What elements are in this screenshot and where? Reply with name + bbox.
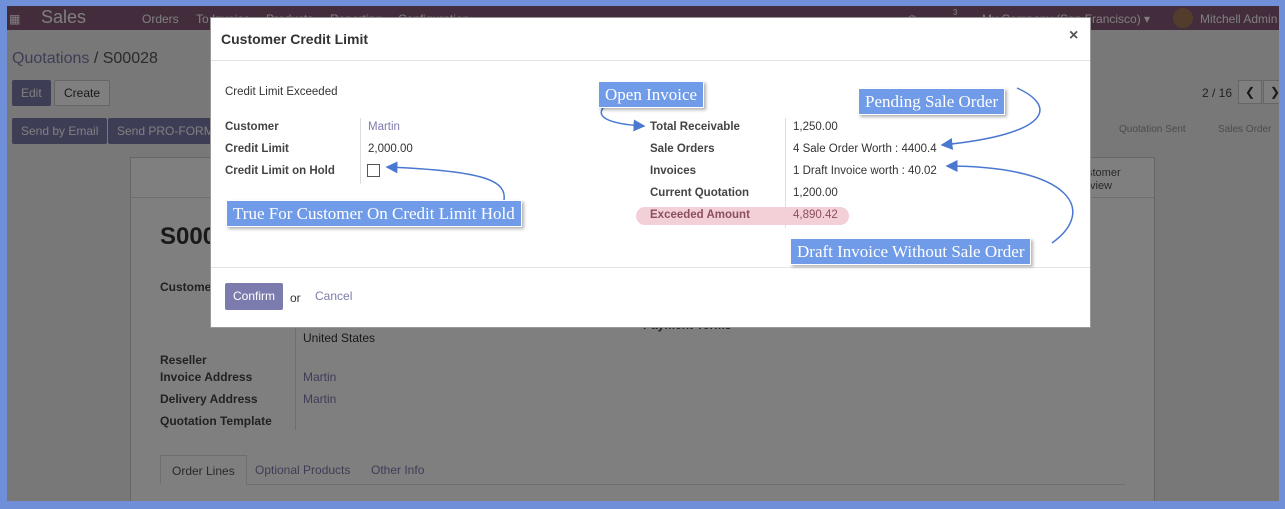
credit-hold-arrow [385,161,505,202]
annotation-pending-sale-order: Pending Sale Order [858,88,1006,115]
annotation-open-invoice: Open Invoice [598,81,705,108]
app-window: ▦ Sales Orders To Invoice Products Repor… [7,6,1279,501]
annotation-draft-invoice: Draft Invoice Without Sale Order [790,238,1032,265]
annotation-credit-hold: True For Customer On Credit Limit Hold [226,200,522,227]
draft-invoice-arrow [945,160,1074,244]
